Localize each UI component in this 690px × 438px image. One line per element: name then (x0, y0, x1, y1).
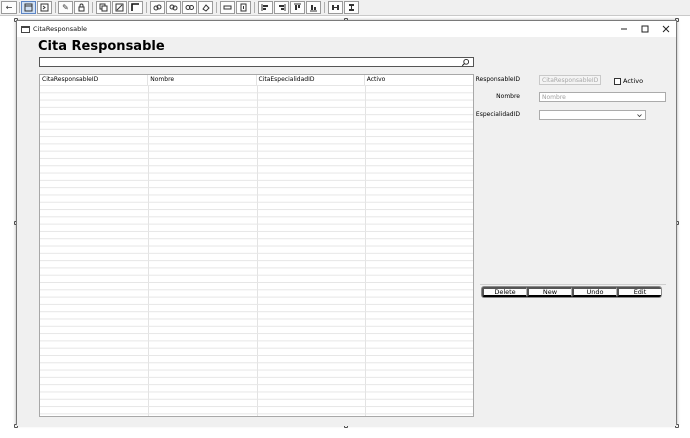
undo-button[interactable]: Undo (572, 287, 617, 297)
toolbar-separator (19, 2, 20, 13)
erase-icon[interactable] (198, 1, 213, 14)
search-box[interactable] (39, 57, 474, 67)
activo-checkbox-group[interactable]: Activo (614, 77, 643, 85)
maximize-icon[interactable] (634, 21, 655, 37)
align-bottom-icon[interactable] (306, 1, 321, 14)
page-title: Cita Responsable (38, 39, 165, 54)
action-button-bar: Delete New Undo Edit (481, 286, 662, 298)
close-icon[interactable] (655, 21, 676, 37)
action-divider (480, 284, 666, 285)
lock-icon[interactable] (74, 1, 89, 14)
activo-checkbox[interactable] (614, 77, 621, 85)
especialidad-id-dropdown[interactable] (539, 110, 646, 120)
toolbar-separator (254, 2, 255, 13)
back-arrow-icon[interactable]: ← (1, 1, 17, 14)
toolbar-separator (324, 2, 325, 13)
minimize-icon[interactable] (613, 21, 634, 37)
pencil-icon[interactable]: ✎ (58, 1, 73, 14)
window-titlebar[interactable]: CitaResponsable (17, 21, 676, 37)
grid-snap-icon[interactable] (112, 1, 127, 14)
new-button[interactable]: New (527, 287, 572, 297)
designer-toolbar: ← ✎ (0, 0, 690, 16)
field-tool-icon[interactable] (236, 1, 251, 14)
form-view-icon[interactable] (21, 1, 36, 14)
bind-icon[interactable] (166, 1, 181, 14)
distribute-horizontal-icon[interactable] (328, 1, 343, 14)
toolbar-separator (92, 2, 93, 13)
nombre-field[interactable] (539, 92, 666, 102)
especialidad-id-value (540, 112, 542, 119)
window-title: CitaResponsable (33, 25, 88, 33)
grid-header: CitaResponsableID Nombre CitaEspecialida… (40, 75, 473, 85)
window-icon (21, 25, 30, 33)
textbox-tool-icon[interactable] (220, 1, 235, 14)
toolbar-separator (216, 2, 217, 13)
tab-order-icon[interactable] (96, 1, 111, 14)
data-grid[interactable]: CitaResponsableID Nombre CitaEspecialida… (39, 74, 474, 417)
align-right-icon[interactable] (274, 1, 289, 14)
search-input[interactable] (40, 58, 460, 66)
edit-button[interactable]: Edit (617, 287, 661, 297)
toolbar-separator (146, 2, 147, 13)
column-header-citaresponsableid[interactable]: CitaResponsableID (40, 75, 149, 85)
column-header-activo[interactable]: Activo (365, 75, 473, 85)
distribute-vertical-icon[interactable] (344, 1, 359, 14)
column-header-nombre[interactable]: Nombre (148, 75, 257, 85)
code-view-icon[interactable] (37, 1, 52, 14)
responsable-id-label: ResponsableID (475, 76, 520, 83)
grid-body[interactable] (40, 85, 473, 416)
column-header-citaespecialidadid[interactable]: CitaEspecialidadID (257, 75, 365, 85)
align-top-icon[interactable] (290, 1, 305, 14)
nombre-label: Nombre (496, 93, 520, 100)
especialidad-id-label: EspecialidadID (475, 111, 520, 118)
toolbar-separator (55, 2, 56, 13)
activo-label[interactable]: Activo (623, 77, 643, 85)
link-icon[interactable] (150, 1, 165, 14)
window-controls (613, 21, 676, 37)
align-edge-icon[interactable] (128, 1, 143, 14)
responsable-id-field (539, 75, 601, 85)
window-client-area: Cita Responsable CitaResponsableID Nombr… (17, 37, 676, 426)
search-icon[interactable] (461, 58, 470, 67)
delete-button[interactable]: Delete (482, 287, 527, 297)
chevron-down-icon[interactable] (637, 113, 642, 118)
align-left-icon[interactable] (258, 1, 273, 14)
unlink-icon[interactable] (182, 1, 197, 14)
form-window: CitaResponsable Cita Responsable CitaRes… (16, 20, 677, 426)
